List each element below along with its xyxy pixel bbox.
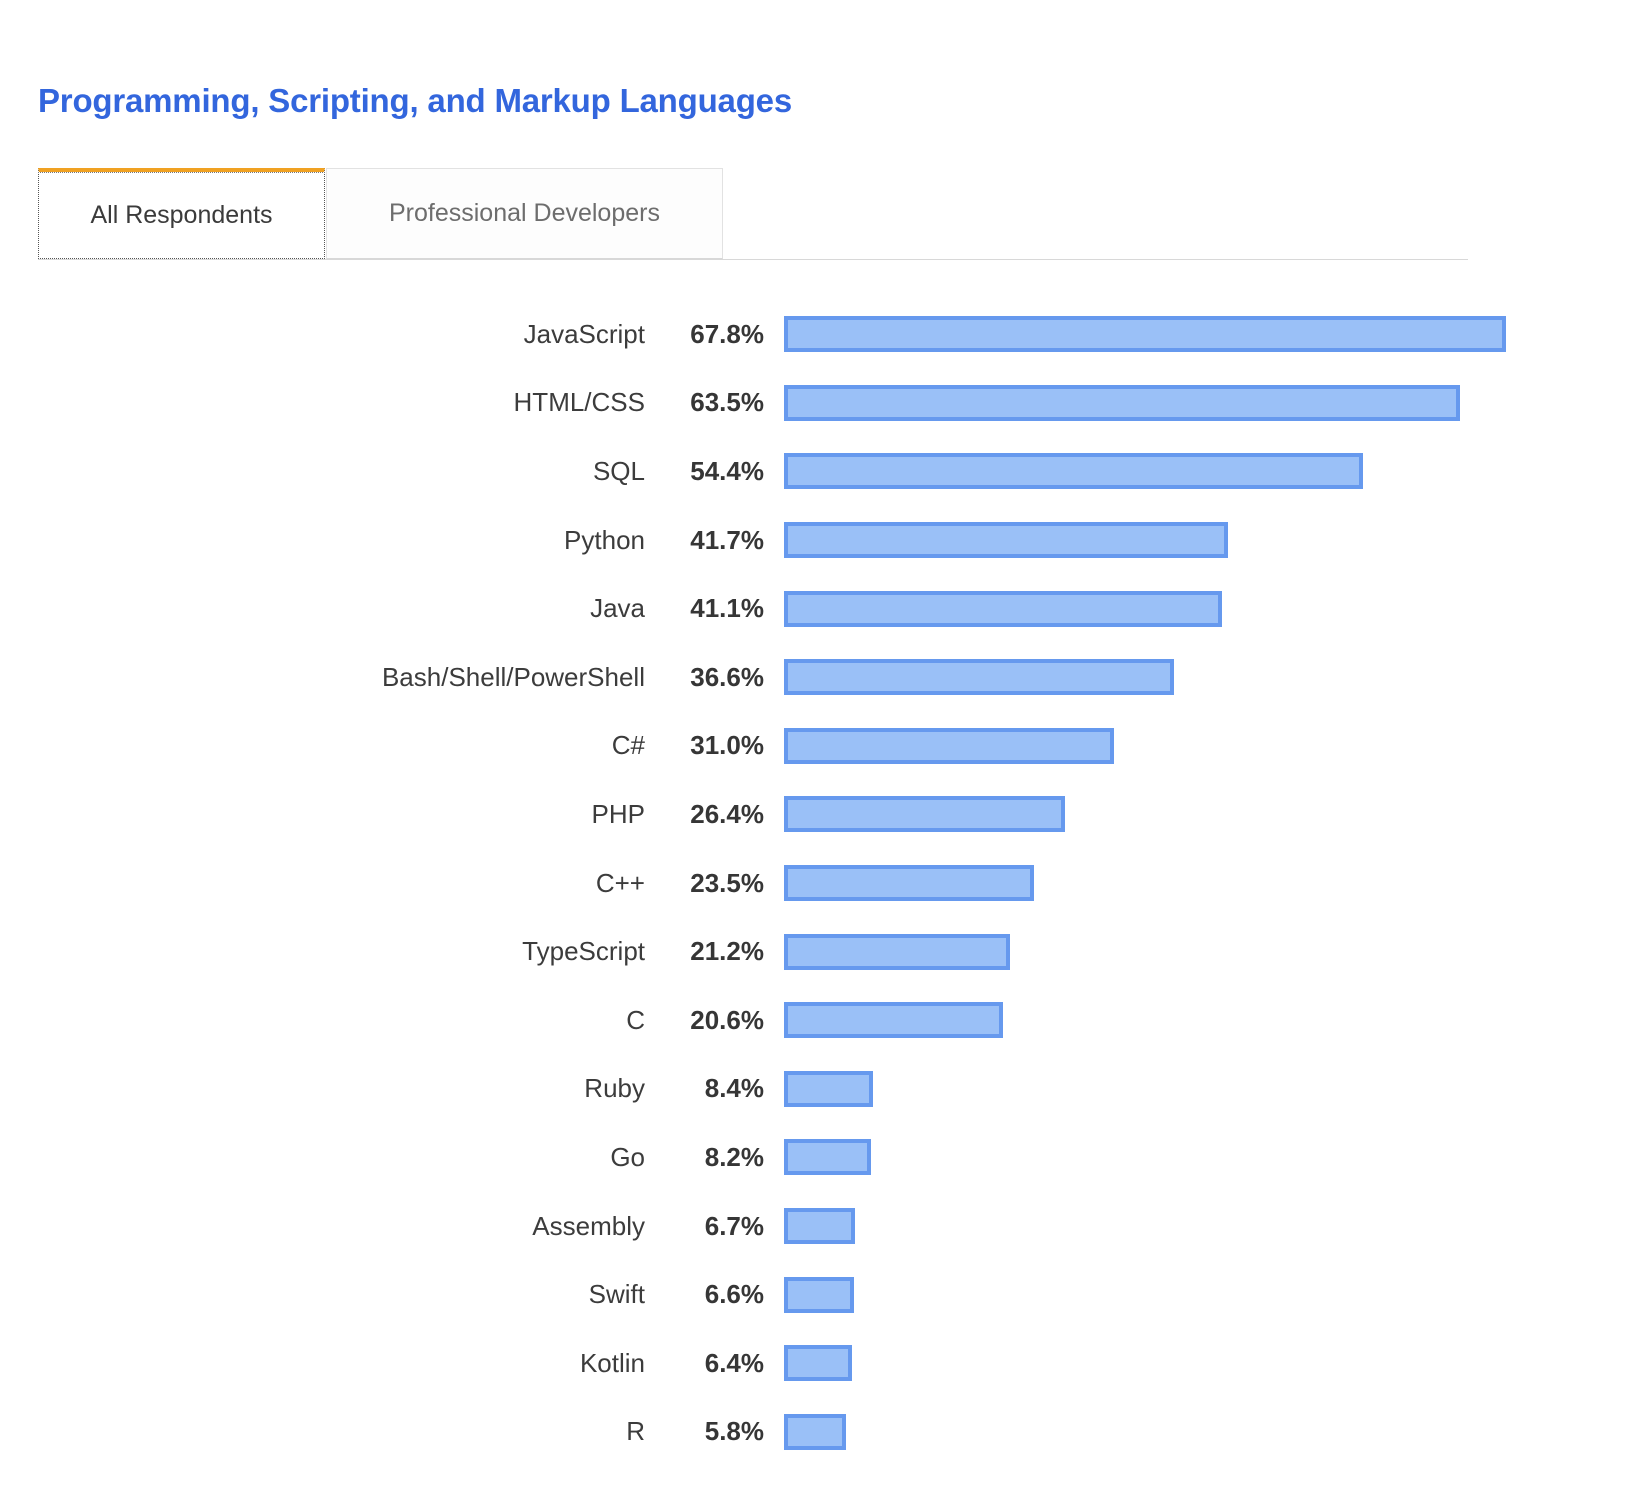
bar-row: Kotlin 6.4%: [0, 1329, 1630, 1398]
bar-track: [784, 1070, 874, 1107]
bar-track: [784, 727, 1115, 764]
bar-value-label: 21.2%: [690, 936, 764, 967]
bar-row: PHP 26.4%: [0, 780, 1630, 849]
bar-track: [784, 933, 1010, 970]
bar[interactable]: [784, 1276, 855, 1313]
bar-value-label: 41.1%: [690, 593, 764, 624]
bar-category-label: SQL: [592, 455, 645, 486]
bar-category-label: Bash/Shell/PowerShell: [381, 661, 645, 692]
bar-track: [784, 1208, 856, 1245]
bar-track: [784, 384, 1461, 421]
bar-track: [784, 453, 1364, 490]
bar-value-label: 54.4%: [690, 455, 764, 486]
bar-value-label: 8.4%: [704, 1073, 764, 1104]
bar-value-label: 23.5%: [690, 867, 764, 898]
bar-category-label: PHP: [591, 798, 645, 829]
bar-row: Assembly 6.7%: [0, 1192, 1630, 1261]
bar-row: Bash/Shell/PowerShell 36.6%: [0, 643, 1630, 712]
bar-value-label: 20.6%: [690, 1004, 764, 1035]
bar-row: Java 41.1%: [0, 574, 1630, 643]
bar-row: TypeScript 21.2%: [0, 917, 1630, 986]
bar-value-label: 63.5%: [690, 387, 764, 418]
bar[interactable]: [784, 1345, 853, 1382]
bar[interactable]: [784, 384, 1461, 421]
bar-track: [784, 1345, 853, 1382]
bar-row: R 5.8%: [0, 1398, 1630, 1467]
bar-category-label: Java: [590, 593, 645, 624]
bar-value-label: 67.8%: [690, 318, 764, 349]
bar[interactable]: [784, 453, 1364, 490]
bar-category-label: Swift: [588, 1279, 645, 1310]
bar-track: [784, 796, 1066, 833]
bar-value-label: 41.7%: [690, 524, 764, 555]
bar[interactable]: [784, 659, 1174, 696]
bar-row: JavaScript 67.8%: [0, 300, 1630, 369]
bar-category-label: JavaScript: [523, 318, 645, 349]
bar-category-label: Kotlin: [579, 1347, 645, 1378]
bar[interactable]: [784, 590, 1222, 627]
bar-category-label: C++: [595, 867, 645, 898]
bar-track: [784, 522, 1229, 559]
bar[interactable]: [784, 1208, 856, 1245]
bar-value-label: 36.6%: [690, 661, 764, 692]
bar[interactable]: [784, 1413, 846, 1450]
bar-row: Swift 6.6%: [0, 1260, 1630, 1329]
tab-professional-developers-label: Professional Developers: [389, 199, 660, 227]
bar-value-label: 26.4%: [690, 798, 764, 829]
bar-category-label: TypeScript: [522, 936, 645, 967]
bar[interactable]: [784, 316, 1506, 353]
bar[interactable]: [784, 933, 1010, 970]
bar-category-label: Assembly: [532, 1210, 645, 1241]
bar-category-label: R: [626, 1416, 645, 1447]
bar-track: [784, 1002, 1004, 1039]
bar-value-label: 8.2%: [704, 1141, 764, 1172]
bar-track: [784, 865, 1035, 902]
bar-row: HTML/CSS 63.5%: [0, 369, 1630, 438]
tab-bar: All Respondents Professional Developers: [38, 168, 1468, 260]
bar[interactable]: [784, 522, 1229, 559]
tab-professional-developers[interactable]: Professional Developers: [326, 168, 723, 259]
survey-chart-page: Programming, Scripting, and Markup Langu…: [0, 0, 1630, 1500]
bar-row: C 20.6%: [0, 986, 1630, 1055]
bar-row: Python 41.7%: [0, 506, 1630, 575]
bar-row: Ruby 8.4%: [0, 1055, 1630, 1124]
bar-row: C# 31.0%: [0, 712, 1630, 781]
bar-track: [784, 1276, 855, 1313]
bar-track: [784, 1139, 872, 1176]
tab-all-respondents[interactable]: All Respondents: [38, 168, 325, 259]
bar-category-label: C#: [611, 730, 645, 761]
bar-category-label: HTML/CSS: [513, 387, 645, 418]
bar-value-label: 31.0%: [690, 730, 764, 761]
page-title: Programming, Scripting, and Markup Langu…: [38, 82, 792, 119]
bar-value-label: 6.6%: [704, 1279, 764, 1310]
bar[interactable]: [784, 727, 1115, 764]
bar-value-label: 6.4%: [704, 1347, 764, 1378]
bar-value-label: 6.7%: [704, 1210, 764, 1241]
bar-category-label: Go: [610, 1141, 645, 1172]
bar-track: [784, 1413, 846, 1450]
bar-row: SQL 54.4%: [0, 437, 1630, 506]
bar[interactable]: [784, 1002, 1004, 1039]
bar[interactable]: [784, 865, 1035, 902]
bar-row: Go 8.2%: [0, 1123, 1630, 1192]
bar-track: [784, 590, 1222, 627]
bar-category-label: C: [626, 1004, 645, 1035]
tab-all-respondents-label: All Respondents: [90, 200, 273, 229]
bar-track: [784, 659, 1174, 696]
bar-category-label: Ruby: [584, 1073, 645, 1104]
bar-category-label: Python: [564, 524, 645, 555]
bar[interactable]: [784, 796, 1066, 833]
horizontal-bar-chart: JavaScript 67.8% HTML/CSS 63.5% SQL 54.4% Pyth…: [0, 300, 1630, 1466]
bar-row: C++ 23.5%: [0, 849, 1630, 918]
bar[interactable]: [784, 1070, 874, 1107]
bar[interactable]: [784, 1139, 872, 1176]
bar-track: [784, 316, 1506, 353]
tabs-row: All Respondents Professional Developers: [38, 168, 723, 259]
bar-value-label: 5.8%: [704, 1416, 764, 1447]
